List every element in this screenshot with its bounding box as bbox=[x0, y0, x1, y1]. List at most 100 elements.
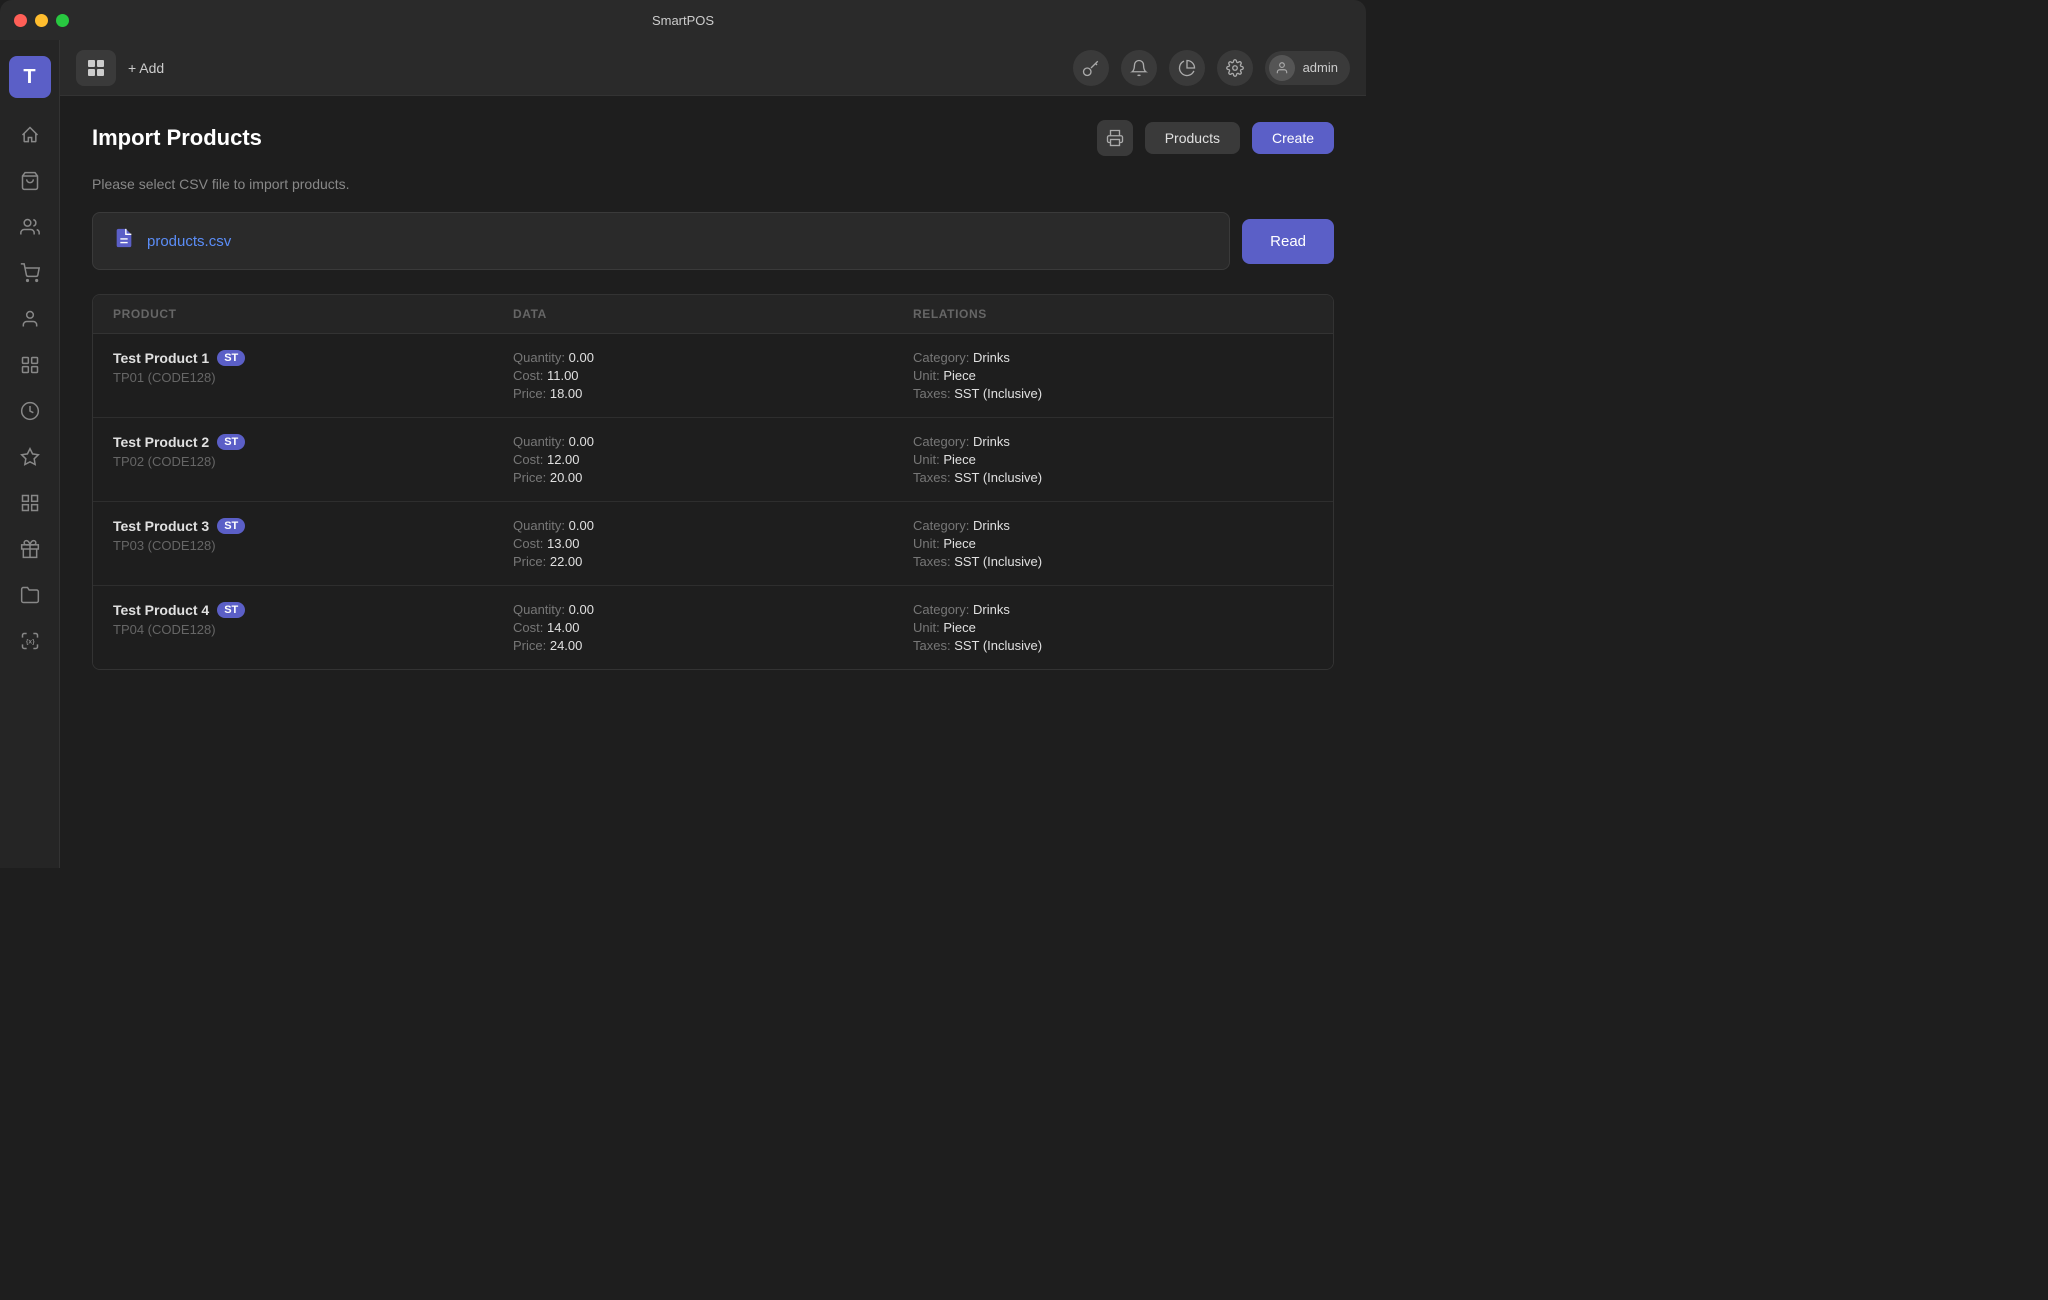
sidebar-item-folder[interactable] bbox=[9, 574, 51, 616]
taxes-line: Taxes: SST (Inclusive) bbox=[913, 386, 1313, 401]
page-header: Import Products Products Create bbox=[92, 120, 1334, 156]
admin-label: admin bbox=[1303, 60, 1338, 75]
price-line: Price: 22.00 bbox=[513, 554, 913, 569]
category-line: Category: Drinks bbox=[913, 434, 1313, 449]
products-button[interactable]: Products bbox=[1145, 122, 1240, 154]
product-badge: ST bbox=[217, 518, 245, 534]
price-line: Price: 24.00 bbox=[513, 638, 913, 653]
app-title: SmartPOS bbox=[652, 13, 714, 28]
table-row: Test Product 4 ST TP04 (CODE128) Quantit… bbox=[93, 586, 1333, 669]
sidebar-item-customers[interactable] bbox=[9, 206, 51, 248]
svg-text:{x}: {x} bbox=[25, 639, 34, 646]
relations-cell: Category: Drinks Unit: Piece Taxes: SST … bbox=[913, 602, 1313, 653]
maximize-button[interactable] bbox=[56, 14, 69, 27]
unit-line: Unit: Piece bbox=[913, 452, 1313, 467]
product-badge: ST bbox=[217, 434, 245, 450]
table-header: PRODUCT DATA RELATIONS bbox=[93, 295, 1333, 334]
table-row: Test Product 1 ST TP01 (CODE128) Quantit… bbox=[93, 334, 1333, 418]
category-line: Category: Drinks bbox=[913, 518, 1313, 533]
header-actions: Products Create bbox=[1097, 120, 1334, 156]
add-label: + Add bbox=[128, 60, 164, 76]
close-button[interactable] bbox=[14, 14, 27, 27]
sidebar-item-finance[interactable] bbox=[9, 390, 51, 432]
product-name-row: Test Product 2 ST bbox=[113, 434, 513, 450]
sidebar-item-variables[interactable]: {x} bbox=[9, 620, 51, 662]
category-line: Category: Drinks bbox=[913, 350, 1313, 365]
admin-button[interactable]: admin bbox=[1265, 51, 1350, 85]
product-cell: Test Product 1 ST TP01 (CODE128) bbox=[113, 350, 513, 401]
table-body: Test Product 1 ST TP01 (CODE128) Quantit… bbox=[93, 334, 1333, 669]
key-icon-button[interactable] bbox=[1073, 50, 1109, 86]
cost-line: Cost: 11.00 bbox=[513, 368, 913, 383]
file-name: products.csv bbox=[147, 233, 231, 250]
product-badge: ST bbox=[217, 350, 245, 366]
product-cell: Test Product 3 ST TP03 (CODE128) bbox=[113, 518, 513, 569]
title-bar: SmartPOS bbox=[0, 0, 1366, 40]
content-area: + Add bbox=[60, 40, 1366, 868]
col-data: DATA bbox=[513, 307, 913, 321]
sidebar-item-home[interactable] bbox=[9, 114, 51, 156]
col-product: PRODUCT bbox=[113, 307, 513, 321]
minimize-button[interactable] bbox=[35, 14, 48, 27]
page-title: Import Products bbox=[92, 125, 1097, 151]
sidebar-item-scanner[interactable] bbox=[9, 344, 51, 386]
create-button[interactable]: Create bbox=[1252, 122, 1334, 154]
taxes-line: Taxes: SST (Inclusive) bbox=[913, 554, 1313, 569]
unit-line: Unit: Piece bbox=[913, 368, 1313, 383]
sidebar-item-shop[interactable] bbox=[9, 160, 51, 202]
price-line: Price: 20.00 bbox=[513, 470, 913, 485]
sidebar-item-cart[interactable] bbox=[9, 252, 51, 294]
quantity-line: Quantity: 0.00 bbox=[513, 602, 913, 617]
file-row: products.csv Read bbox=[92, 212, 1334, 270]
relations-cell: Category: Drinks Unit: Piece Taxes: SST … bbox=[913, 350, 1313, 401]
sidebar-item-users[interactable] bbox=[9, 298, 51, 340]
chart-icon-button[interactable] bbox=[1169, 50, 1205, 86]
sidebar-item-grid[interactable] bbox=[9, 482, 51, 524]
product-name-row: Test Product 3 ST bbox=[113, 518, 513, 534]
product-code: TP03 (CODE128) bbox=[113, 538, 513, 553]
cost-line: Cost: 13.00 bbox=[513, 536, 913, 551]
unit-line: Unit: Piece bbox=[913, 536, 1313, 551]
product-cell: Test Product 2 ST TP02 (CODE128) bbox=[113, 434, 513, 485]
product-name-row: Test Product 4 ST bbox=[113, 602, 513, 618]
quantity-line: Quantity: 0.00 bbox=[513, 518, 913, 533]
table-row: Test Product 3 ST TP03 (CODE128) Quantit… bbox=[93, 502, 1333, 586]
data-cell: Quantity: 0.00 Cost: 14.00 Price: 24.00 bbox=[513, 602, 913, 653]
product-name: Test Product 2 bbox=[113, 434, 209, 450]
add-button[interactable]: + Add bbox=[128, 60, 164, 76]
page-subtitle: Please select CSV file to import product… bbox=[92, 176, 1334, 192]
price-line: Price: 18.00 bbox=[513, 386, 913, 401]
taxes-line: Taxes: SST (Inclusive) bbox=[913, 638, 1313, 653]
product-code: TP02 (CODE128) bbox=[113, 454, 513, 469]
bell-icon-button[interactable] bbox=[1121, 50, 1157, 86]
product-name: Test Product 3 bbox=[113, 518, 209, 534]
app-layout: T bbox=[0, 40, 1366, 868]
traffic-lights bbox=[14, 14, 69, 27]
relations-cell: Category: Drinks Unit: Piece Taxes: SST … bbox=[913, 518, 1313, 569]
taxes-line: Taxes: SST (Inclusive) bbox=[913, 470, 1313, 485]
product-badge: ST bbox=[217, 602, 245, 618]
data-cell: Quantity: 0.00 Cost: 12.00 Price: 20.00 bbox=[513, 434, 913, 485]
quantity-line: Quantity: 0.00 bbox=[513, 350, 913, 365]
print-button[interactable] bbox=[1097, 120, 1133, 156]
product-code: TP01 (CODE128) bbox=[113, 370, 513, 385]
main-content: Import Products Products Create Please s… bbox=[60, 96, 1366, 868]
sidebar-item-special[interactable] bbox=[9, 436, 51, 478]
product-name: Test Product 4 bbox=[113, 602, 209, 618]
product-code: TP04 (CODE128) bbox=[113, 622, 513, 637]
quantity-line: Quantity: 0.00 bbox=[513, 434, 913, 449]
icon-bar: T bbox=[0, 40, 60, 868]
grid-view-button[interactable] bbox=[76, 50, 116, 86]
toolbar: + Add bbox=[60, 40, 1366, 96]
cost-line: Cost: 12.00 bbox=[513, 452, 913, 467]
sidebar-item-gifts[interactable] bbox=[9, 528, 51, 570]
relations-cell: Category: Drinks Unit: Piece Taxes: SST … bbox=[913, 434, 1313, 485]
data-cell: Quantity: 0.00 Cost: 13.00 Price: 22.00 bbox=[513, 518, 913, 569]
data-cell: Quantity: 0.00 Cost: 11.00 Price: 18.00 bbox=[513, 350, 913, 401]
brand-logo: T bbox=[9, 56, 51, 98]
product-name-row: Test Product 1 ST bbox=[113, 350, 513, 366]
read-button[interactable]: Read bbox=[1242, 219, 1334, 264]
settings-icon-button[interactable] bbox=[1217, 50, 1253, 86]
file-input-box[interactable]: products.csv bbox=[92, 212, 1230, 270]
product-name: Test Product 1 bbox=[113, 350, 209, 366]
